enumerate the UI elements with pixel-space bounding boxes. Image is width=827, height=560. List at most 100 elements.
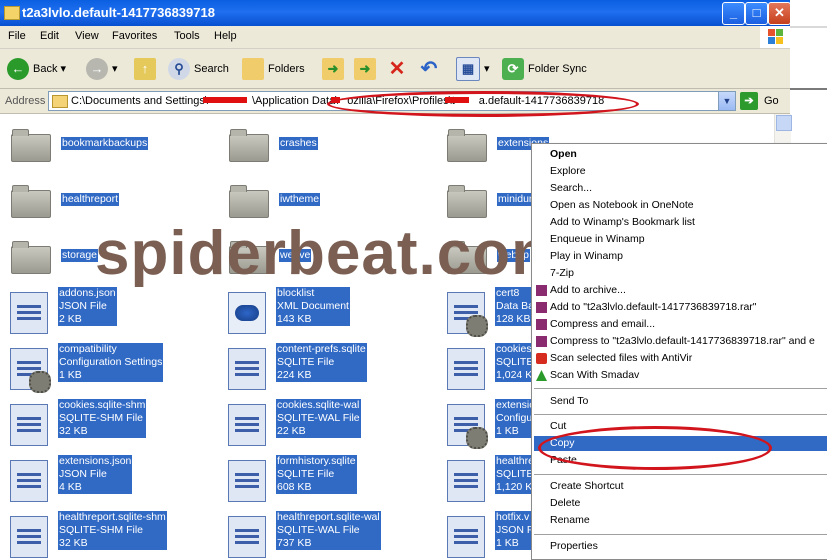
menu-send-to[interactable]: Send To (550, 395, 588, 407)
menu-create-shortcut[interactable]: Create Shortcut (550, 480, 624, 492)
menu-open-onenote[interactable]: Open as Notebook in OneNote (550, 199, 694, 211)
move-to-button[interactable]: ➜ (322, 57, 348, 81)
folder-icon (447, 129, 487, 162)
delete-button[interactable]: ✕ (386, 57, 412, 81)
move-to-icon: ➜ (322, 58, 344, 81)
menu-explore[interactable]: Explore (550, 165, 586, 177)
undo-button[interactable]: ↶ (418, 57, 444, 81)
item-name: bookmarkbackups (61, 137, 149, 150)
sqlite-file-icon (228, 460, 266, 502)
views-button[interactable]: ▦ ▾ (456, 57, 490, 82)
file-item[interactable]: blocklist XML Document 143 KB (218, 286, 428, 334)
search-button[interactable]: ⚲ Search (168, 57, 229, 81)
menu-add-rar[interactable]: Add to "t2a3lvlo.default-1417736839718.r… (550, 301, 757, 313)
sqlite-file-icon (228, 348, 266, 390)
item-label: extensions.json JSON File 4 KB (58, 455, 133, 494)
menu-compress-rar-email[interactable]: Compress to "t2a3lvlo.default-1417736839… (550, 335, 815, 347)
file-item[interactable]: healthreport.sqlite-shm SQLITE-SHM File 32… (0, 510, 210, 558)
menu-scan-antivir[interactable]: Scan selected files with AntiVir (550, 352, 692, 364)
scroll-up-icon[interactable] (776, 115, 792, 131)
sqlite-wal-file-icon (228, 516, 266, 558)
search-icon: ⚲ (168, 58, 190, 81)
folder-item[interactable]: iwtheme (221, 176, 431, 224)
address-dropdown-button[interactable]: ▼ (718, 92, 735, 110)
file-item[interactable]: addons.json JSON File 2 KB (0, 286, 210, 334)
folders-button[interactable]: Folders (242, 57, 305, 81)
menu-scan-smadav[interactable]: Scan With Smadav (550, 369, 639, 381)
windows-logo-icon (760, 26, 790, 48)
sqlite-file-icon (447, 460, 485, 502)
toolbar: ← Back ▾ → ▾ ↑ ⚲ Search Folders ➜ ➜ ✕ ↶ ▦ ▾ … (0, 49, 790, 89)
menu-winamp-play[interactable]: Play in Winamp (550, 250, 623, 262)
maximize-button[interactable]: □ (745, 2, 768, 25)
folder-item[interactable]: healthreport (3, 176, 213, 224)
file-item[interactable]: extensions.json JSON File 4 KB (0, 454, 210, 502)
menu-winamp-bookmark[interactable]: Add to Winamp's Bookmark list (550, 216, 695, 228)
item-label: cookies.sqlite-shm SQLITE-SHM File 32 KB (58, 399, 147, 438)
sqlite-wal-file-icon (228, 404, 266, 446)
file-item[interactable]: cookies.sqlite-shm SQLITE-SHM File 32 KB (0, 398, 210, 446)
menu-tools[interactable]: Tools (174, 30, 200, 42)
file-item[interactable]: content-prefs.sqlite SQLITE File 224 KB (218, 342, 428, 390)
up-folder-icon: ↑ (134, 58, 156, 81)
menu-cut[interactable]: Cut (550, 420, 566, 432)
folder-item[interactable]: crashes (221, 120, 431, 168)
menu-separator (534, 474, 827, 475)
menu-open[interactable]: Open (550, 148, 577, 160)
item-label: addons.json JSON File 2 KB (58, 287, 117, 326)
menu-7zip[interactable]: 7-Zip (550, 267, 574, 279)
menu-favorites[interactable]: Favorites (112, 30, 157, 42)
menu-delete[interactable]: Delete (550, 497, 580, 509)
json-file-icon (10, 292, 48, 334)
menu-edit[interactable]: Edit (40, 30, 59, 42)
up-folder-button[interactable]: ↑ (134, 57, 160, 81)
winrar-icon (536, 302, 547, 313)
item-label: healthreport.sqlite-wal SQLITE-WAL File 73… (276, 511, 381, 550)
menu-search[interactable]: Search... (550, 182, 592, 194)
item-label: cookies SQLITE 1,024 K (495, 343, 535, 382)
winrar-icon (536, 285, 547, 296)
item-label: cert8 Data Ba 128 KB (495, 287, 535, 326)
menu-bar: File Edit View Favorites Tools Help (0, 26, 790, 49)
back-button[interactable]: ← Back ▾ (7, 57, 66, 81)
copy-to-button[interactable]: ➜ (354, 57, 380, 81)
item-name: storage (61, 249, 99, 262)
go-button[interactable]: ➔ Go (740, 92, 790, 110)
folder-icon (229, 185, 269, 218)
menu-winamp-enqueue[interactable]: Enqueue in Winamp (550, 233, 645, 245)
watermark-text: spiderbeat.com (95, 219, 568, 288)
annotation-ellipse (538, 426, 772, 470)
smadav-icon (536, 370, 547, 381)
forward-arrow-icon: → (86, 58, 108, 81)
file-item[interactable]: formhistory.sqlite SQLITE File 608 KB (218, 454, 428, 502)
sqlite-shm-file-icon (10, 516, 48, 558)
sqlite-shm-file-icon (10, 404, 48, 446)
file-item[interactable]: healthreport.sqlite-wal SQLITE-WAL File 73… (218, 510, 428, 558)
json-file-icon (10, 460, 48, 502)
close-button[interactable]: ✕ (768, 2, 791, 25)
title-bar[interactable]: t2a3lvlo.default-1417736839718 _ □ ✕ (0, 0, 827, 26)
item-label: formhistory.sqlite SQLITE File 608 KB (276, 455, 357, 494)
folder-sync-button[interactable]: ⟳ Folder Sync (502, 57, 587, 81)
redaction-mark (203, 97, 247, 103)
folder-icon (447, 185, 487, 218)
back-arrow-icon: ← (7, 58, 29, 81)
menu-properties[interactable]: Properties (550, 540, 598, 552)
menu-add-archive[interactable]: Add to archive... (550, 284, 626, 296)
menu-view[interactable]: View (75, 30, 99, 42)
menu-compress-email[interactable]: Compress and email... (550, 318, 655, 330)
sqlite-file-icon (447, 348, 485, 390)
forward-button[interactable]: → ▾ (86, 57, 118, 81)
file-item[interactable]: compatibility Configuration Settings 1 KB (0, 342, 210, 393)
undo-icon: ↶ (420, 58, 438, 81)
delete-x-icon: ✕ (388, 58, 406, 81)
folder-icon (11, 129, 51, 162)
minimize-button[interactable]: _ (722, 2, 745, 25)
folder-item[interactable]: bookmarkbackups (3, 120, 213, 168)
antivir-umbrella-icon (536, 353, 547, 364)
menu-rename[interactable]: Rename (550, 514, 590, 526)
menu-file[interactable]: File (8, 30, 26, 42)
file-item[interactable]: cookies.sqlite-wal SQLITE-WAL File 22 KB (218, 398, 428, 446)
folder-icon (229, 129, 269, 162)
menu-help[interactable]: Help (214, 30, 237, 42)
